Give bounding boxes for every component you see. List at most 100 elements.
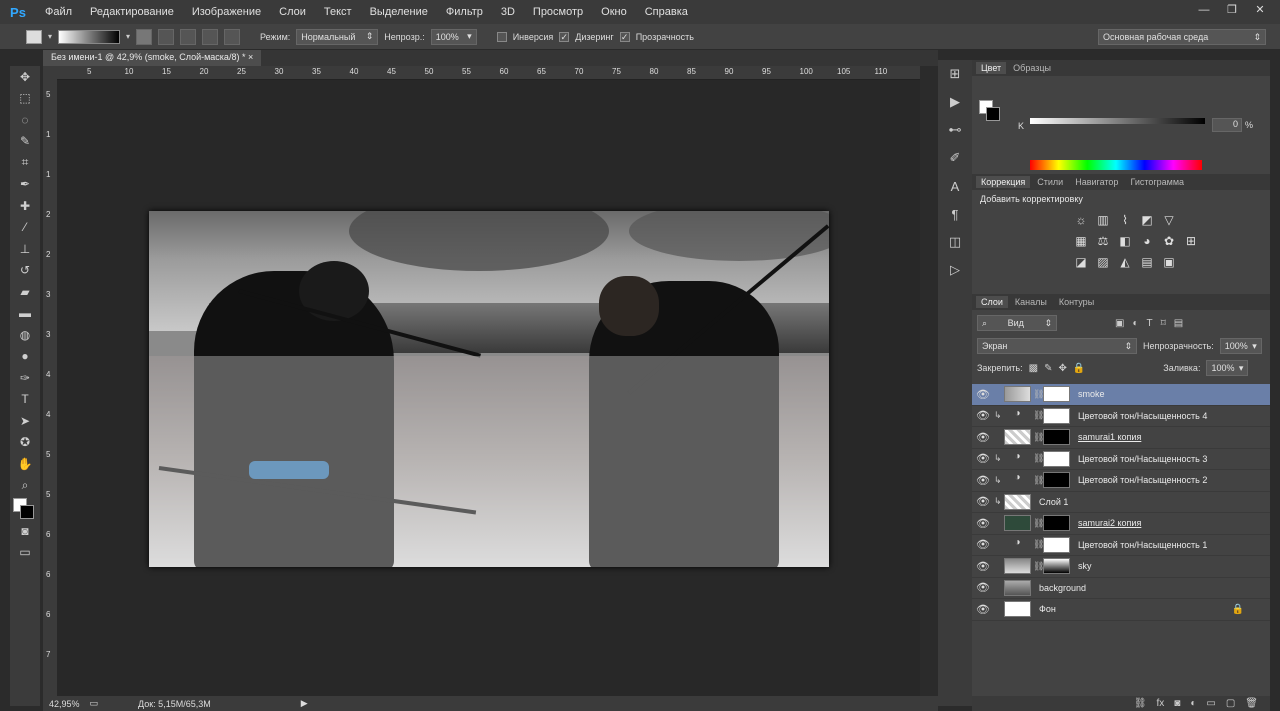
mask-thumbnail[interactable] bbox=[1043, 536, 1070, 553]
lock-all-icon[interactable]: 🔒 bbox=[1073, 363, 1085, 374]
k-value-input[interactable]: 0 bbox=[1212, 118, 1242, 132]
menu-layers[interactable]: Слои bbox=[270, 6, 315, 18]
minimize-button[interactable]: — bbox=[1192, 2, 1216, 18]
menu-select[interactable]: Выделение bbox=[361, 6, 437, 18]
layer-comps-icon[interactable]: ◫ bbox=[938, 228, 972, 256]
color-lookup-icon[interactable]: ⊞ bbox=[1182, 232, 1200, 250]
layer-row[interactable]: 👁 ⛓ sky bbox=[972, 556, 1270, 578]
color-balance-icon[interactable]: ⚖ bbox=[1094, 232, 1112, 250]
blur-tool-icon[interactable]: ◍ bbox=[10, 324, 40, 346]
close-icon[interactable]: × bbox=[248, 52, 253, 62]
eye-icon[interactable]: 👁 bbox=[972, 431, 994, 444]
layer-row[interactable]: 👁 ⛓ smoke bbox=[972, 384, 1270, 406]
layer-opacity-input[interactable]: 100% ▾ bbox=[1219, 338, 1262, 354]
menu-image[interactable]: Изображение bbox=[183, 6, 270, 18]
eye-icon[interactable]: 👁 bbox=[972, 452, 994, 465]
lock-move-icon[interactable]: ✥ bbox=[1058, 363, 1066, 374]
hand-tool-icon[interactable]: ✋ bbox=[10, 453, 40, 475]
selective-color-icon[interactable]: ▣ bbox=[1160, 253, 1178, 271]
history-brush-tool-icon[interactable]: ↺ bbox=[10, 260, 40, 282]
eye-icon[interactable]: 👁 bbox=[972, 474, 994, 487]
shape-tool-icon[interactable]: ✪ bbox=[10, 432, 40, 454]
filter-type-icon[interactable]: T bbox=[1147, 318, 1153, 329]
zoom-level[interactable]: 42,95% bbox=[49, 699, 80, 709]
chevron-down-icon[interactable]: ▾ bbox=[126, 32, 130, 41]
fill-input[interactable]: 100% ▾ bbox=[1206, 360, 1249, 376]
layer-row[interactable]: 👁 background bbox=[972, 578, 1270, 599]
filter-shape-icon[interactable]: ⌑ bbox=[1161, 318, 1166, 329]
screen-mode-icon[interactable]: ▭ bbox=[10, 542, 40, 564]
zoom-tool-icon[interactable]: ⌕ bbox=[10, 475, 40, 497]
radial-gradient-button[interactable] bbox=[158, 28, 175, 45]
hue-saturation-icon[interactable]: ▦ bbox=[1072, 232, 1090, 250]
layer-name[interactable]: samurai1 копия bbox=[1078, 432, 1141, 442]
background-color[interactable] bbox=[20, 505, 34, 519]
layer-row[interactable]: 👁 ↳ Слой 1 bbox=[972, 492, 1270, 513]
new-adjustment-icon[interactable]: ◐ bbox=[1190, 698, 1196, 709]
tab-navigator[interactable]: Навигатор bbox=[1070, 176, 1123, 188]
gradient-tool-icon[interactable]: ▬ bbox=[10, 303, 40, 325]
layer-name[interactable]: sky bbox=[1078, 561, 1092, 571]
history-icon[interactable]: ⊞ bbox=[938, 60, 972, 88]
eye-icon[interactable]: 👁 bbox=[972, 517, 994, 530]
pen-tool-icon[interactable]: ✑ bbox=[10, 367, 40, 389]
posterize-icon[interactable]: ▨ bbox=[1094, 253, 1112, 271]
color-swatches[interactable] bbox=[10, 496, 40, 520]
brush-tool-icon[interactable]: ⁄ bbox=[10, 217, 40, 239]
levels-icon[interactable]: ▥ bbox=[1094, 211, 1112, 229]
black-white-icon[interactable]: ◧ bbox=[1116, 232, 1134, 250]
mask-thumbnail[interactable] bbox=[1043, 407, 1070, 424]
new-layer-icon[interactable]: ▢ bbox=[1226, 698, 1235, 709]
brightness-icon[interactable]: ☼ bbox=[1072, 211, 1090, 229]
tab-layers[interactable]: Слои bbox=[976, 296, 1008, 308]
layer-row[interactable]: 👁 ⛓ samurai1 копия bbox=[972, 427, 1270, 449]
close-button[interactable]: ✕ bbox=[1248, 2, 1272, 18]
eye-icon[interactable]: 👁 bbox=[972, 409, 994, 422]
gradient-preview[interactable] bbox=[58, 29, 121, 44]
status-menu-arrow[interactable]: ▶ bbox=[301, 698, 308, 709]
actions-icon[interactable]: ▶ bbox=[938, 88, 972, 116]
mask-thumbnail[interactable] bbox=[1043, 472, 1070, 489]
type-tool-icon[interactable]: T bbox=[10, 389, 40, 411]
menu-edit[interactable]: Редактирование bbox=[81, 6, 183, 18]
delete-layer-icon[interactable]: 🗑 bbox=[1245, 698, 1258, 709]
healing-brush-tool-icon[interactable]: ✚ bbox=[10, 195, 40, 217]
threshold-icon[interactable]: ◭ bbox=[1116, 253, 1134, 271]
fx-icon[interactable]: fx bbox=[1157, 698, 1165, 709]
dodge-tool-icon[interactable]: ● bbox=[10, 346, 40, 368]
tab-color[interactable]: Цвет bbox=[976, 62, 1007, 74]
eye-icon[interactable]: 👁 bbox=[972, 538, 994, 551]
chevron-down-icon[interactable]: ▾ bbox=[48, 32, 52, 41]
opacity-input[interactable]: 100% ▾ bbox=[430, 28, 477, 45]
clone-stamp-tool-icon[interactable]: ⊥ bbox=[10, 238, 40, 260]
transparency-checkbox[interactable]: ✓ bbox=[619, 31, 630, 42]
mask-thumbnail[interactable] bbox=[1043, 558, 1070, 575]
menu-view[interactable]: Просмотр bbox=[524, 6, 592, 18]
paragraph-icon[interactable]: ¶ bbox=[938, 200, 972, 228]
menu-file[interactable]: Файл bbox=[36, 6, 81, 18]
filter-smart-icon[interactable]: ▤ bbox=[1174, 318, 1183, 329]
crop-tool-icon[interactable]: ⌗ bbox=[10, 152, 40, 174]
filter-adjust-icon[interactable]: ◐ bbox=[1132, 318, 1138, 329]
inverse-checkbox[interactable] bbox=[496, 31, 507, 42]
layer-name[interactable]: samurai2 копия bbox=[1078, 518, 1141, 528]
mode-select[interactable]: Нормальный ⇕ bbox=[296, 28, 379, 45]
channel-mixer-icon[interactable]: ✿ bbox=[1160, 232, 1178, 250]
layer-row[interactable]: 👁 ↳ ◑ ⛓ Цветовой тон/Насыщенность 3 bbox=[972, 449, 1270, 470]
path-select-tool-icon[interactable]: ➤ bbox=[10, 410, 40, 432]
layer-name[interactable]: Фон bbox=[1039, 604, 1056, 614]
eye-icon[interactable]: 👁 bbox=[972, 603, 994, 616]
add-mask-icon[interactable]: ◙ bbox=[1174, 698, 1180, 709]
background-color[interactable] bbox=[986, 107, 1000, 121]
k-slider[interactable] bbox=[1030, 118, 1205, 124]
reflected-gradient-button[interactable] bbox=[202, 28, 219, 45]
tab-paths[interactable]: Контуры bbox=[1054, 296, 1099, 308]
layer-name[interactable]: Слой 1 bbox=[1039, 497, 1068, 507]
angle-gradient-button[interactable] bbox=[180, 28, 197, 45]
dither-checkbox[interactable]: ✓ bbox=[559, 31, 570, 42]
canvas-area[interactable] bbox=[57, 80, 920, 696]
lock-paint-icon[interactable]: ✎ bbox=[1044, 363, 1052, 374]
layer-name[interactable]: Цветовой тон/Насыщенность 3 bbox=[1078, 454, 1207, 464]
layer-row[interactable]: 👁 Фон 🔒 bbox=[972, 599, 1270, 621]
quick-mask-icon[interactable]: ◙ bbox=[10, 520, 40, 542]
